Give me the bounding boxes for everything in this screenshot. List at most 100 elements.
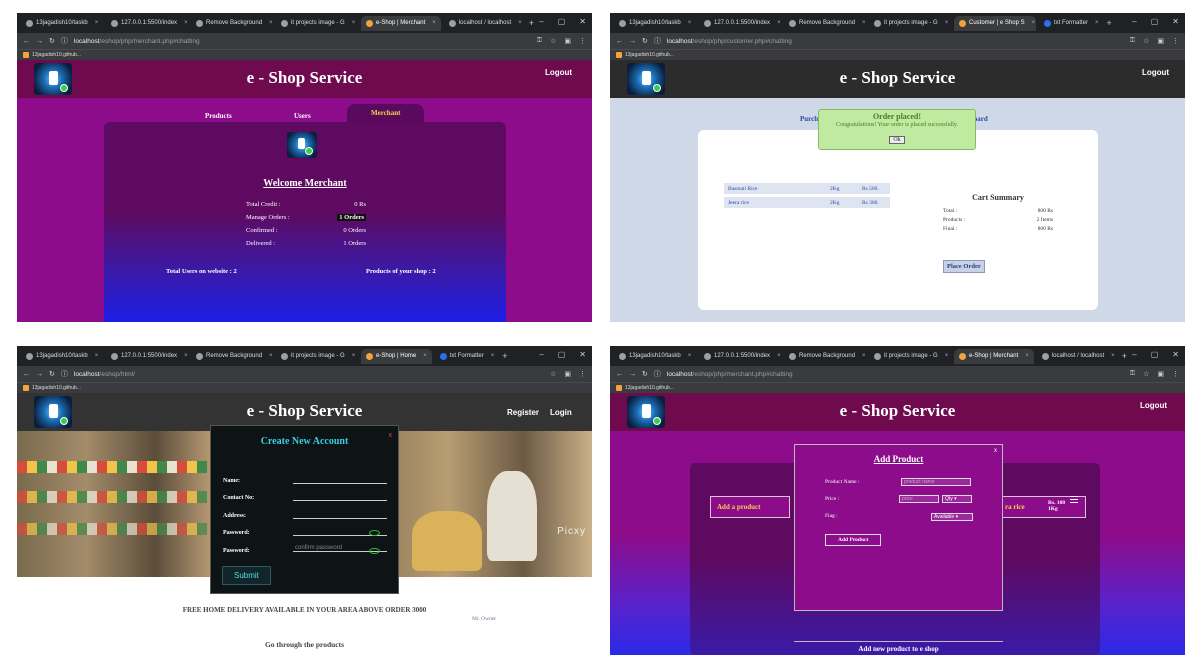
nav-purchase[interactable]: Purch bbox=[800, 115, 818, 123]
minimize-icon[interactable]: – bbox=[1132, 350, 1136, 359]
minimize-icon[interactable]: – bbox=[1132, 17, 1136, 26]
browser-tab[interactable]: txt Formatter × bbox=[1039, 16, 1104, 31]
menu-dots-icon[interactable]: ⋮ bbox=[1172, 370, 1179, 378]
key-icon[interactable]: ⚿ bbox=[1130, 370, 1135, 378]
flag-select[interactable]: Available ▾ bbox=[931, 513, 973, 521]
browser-tab[interactable]: txt Formatter × bbox=[435, 349, 500, 364]
url-field[interactable]: localhost/eshop/php/merchant.php#chattin… bbox=[667, 371, 793, 378]
browser-tab-active[interactable]: e-Shop | Merchant × bbox=[361, 15, 441, 31]
url-field[interactable]: localhost/eshop/php/customer.php#chattin… bbox=[667, 38, 792, 45]
browser-tab[interactable]: 13jagadish10/taskb × bbox=[21, 349, 103, 364]
bookmark-link[interactable]: 13jagadish10.github... bbox=[625, 385, 674, 391]
logout-link[interactable]: Logout bbox=[545, 68, 572, 77]
browser-tab[interactable]: it projects image - G × bbox=[276, 16, 358, 31]
browser-tab-active[interactable]: Customer | e Shop S × bbox=[954, 15, 1036, 31]
add-a-product-card[interactable]: Add a product bbox=[710, 496, 790, 518]
minimize-icon[interactable]: – bbox=[539, 350, 543, 359]
back-icon[interactable]: ← bbox=[616, 38, 623, 45]
forward-icon[interactable]: → bbox=[36, 371, 43, 378]
back-icon[interactable]: ← bbox=[616, 371, 623, 378]
url-field[interactable]: localhost/eshop/php/merchant.php#chattin… bbox=[74, 38, 200, 45]
browser-tab[interactable]: 127.0.0.1:5500/index × bbox=[106, 16, 188, 31]
address-input[interactable] bbox=[293, 517, 387, 519]
star-icon[interactable]: ☆ bbox=[1143, 370, 1149, 378]
menu-dots-icon[interactable]: ⋮ bbox=[1172, 37, 1179, 45]
browser-tab[interactable]: Remove Background × bbox=[784, 16, 866, 31]
price-input[interactable]: price bbox=[899, 495, 939, 503]
maximize-icon[interactable]: ▢ bbox=[558, 350, 566, 359]
logout-link[interactable]: Logout bbox=[1140, 401, 1167, 410]
maximize-icon[interactable]: ▢ bbox=[1151, 350, 1159, 359]
tab-merchant[interactable]: Merchant bbox=[347, 104, 425, 122]
contact-input[interactable] bbox=[293, 499, 387, 501]
browser-tab[interactable]: 13jagadish10/taskb × bbox=[21, 16, 103, 31]
forward-icon[interactable]: → bbox=[36, 38, 43, 45]
close-window-icon[interactable]: ✕ bbox=[1172, 350, 1179, 359]
show-confirm-password-icon[interactable] bbox=[369, 548, 380, 554]
forward-icon[interactable]: → bbox=[629, 371, 636, 378]
browser-tab[interactable]: it projects image - G × bbox=[869, 349, 951, 364]
bookmark-link[interactable]: 13jagadish10.github... bbox=[625, 52, 674, 58]
register-link[interactable]: Register bbox=[507, 408, 539, 417]
browser-tab-active[interactable]: e-Shop | Home × bbox=[361, 348, 432, 364]
reload-icon[interactable]: ↻ bbox=[49, 370, 55, 378]
manage-orders-link[interactable]: 1 Orders bbox=[337, 214, 366, 221]
close-icon[interactable]: x bbox=[389, 432, 393, 439]
forward-icon[interactable]: → bbox=[629, 38, 636, 45]
menu-dots-icon[interactable]: ⋮ bbox=[579, 370, 586, 378]
back-icon[interactable]: ← bbox=[23, 38, 30, 45]
key-icon[interactable]: ⚿ bbox=[1130, 37, 1135, 45]
tab-products[interactable]: Products bbox=[205, 112, 232, 120]
show-password-icon[interactable] bbox=[369, 530, 380, 536]
browser-tab[interactable]: Remove Background × bbox=[191, 16, 273, 31]
star-icon[interactable]: ☆ bbox=[1143, 37, 1149, 45]
close-window-icon[interactable]: ✕ bbox=[1172, 17, 1179, 26]
browser-tab[interactable]: it projects image - G × bbox=[276, 349, 358, 364]
browser-tab[interactable]: localhost / localhost × bbox=[1037, 349, 1119, 364]
qty-select[interactable]: Qty ▾ bbox=[942, 495, 972, 503]
browser-tab[interactable]: Remove Background × bbox=[784, 349, 866, 364]
reload-icon[interactable]: ↻ bbox=[642, 37, 648, 45]
tab-users[interactable]: Users bbox=[294, 112, 311, 120]
extension-icon[interactable]: ▣ bbox=[1157, 37, 1164, 45]
browser-tab[interactable]: 13jagadish10/taskb × bbox=[614, 16, 696, 31]
reload-icon[interactable]: ↻ bbox=[642, 370, 648, 378]
product-name-input[interactable]: product name bbox=[901, 478, 971, 486]
submit-button[interactable]: Submit bbox=[222, 566, 271, 585]
browser-tab-active[interactable]: e-Shop | Merchant × bbox=[954, 348, 1034, 364]
close-window-icon[interactable]: ✕ bbox=[579, 350, 586, 359]
menu-dots-icon[interactable]: ⋮ bbox=[579, 37, 586, 45]
extension-icon[interactable]: ▣ bbox=[564, 37, 571, 45]
new-tab-icon[interactable]: + bbox=[529, 18, 534, 28]
add-product-button[interactable]: Add Product bbox=[825, 534, 882, 546]
name-input[interactable] bbox=[293, 482, 387, 484]
logout-link[interactable]: Logout bbox=[1142, 68, 1169, 77]
new-tab-icon[interactable]: + bbox=[1107, 18, 1112, 28]
new-tab-icon[interactable]: + bbox=[502, 351, 507, 361]
browser-tab[interactable]: 127.0.0.1:5500/index × bbox=[699, 16, 781, 31]
extension-icon[interactable]: ▣ bbox=[1157, 370, 1164, 378]
extension-icon[interactable]: ▣ bbox=[564, 370, 571, 378]
reload-icon[interactable]: ↻ bbox=[49, 37, 55, 45]
back-icon[interactable]: ← bbox=[23, 371, 30, 378]
browser-tab[interactable]: it projects image - G × bbox=[869, 16, 951, 31]
alert-ok-button[interactable]: Ok bbox=[889, 136, 905, 144]
browser-tab[interactable]: 13jagadish10/taskb × bbox=[614, 349, 696, 364]
browser-tab[interactable]: Remove Background × bbox=[191, 349, 273, 364]
minimize-icon[interactable]: – bbox=[539, 17, 543, 26]
close-window-icon[interactable]: ✕ bbox=[579, 17, 586, 26]
key-icon[interactable]: ⚿ bbox=[537, 37, 542, 45]
bookmark-link[interactable]: 13jagadish10.github... bbox=[32, 385, 81, 391]
browser-tab[interactable]: 127.0.0.1:5500/index × bbox=[699, 349, 781, 364]
maximize-icon[interactable]: ▢ bbox=[1151, 17, 1159, 26]
new-tab-icon[interactable]: + bbox=[1122, 351, 1127, 361]
url-field[interactable]: localhost/eshop/html/ bbox=[74, 371, 135, 378]
browser-tab[interactable]: 127.0.0.1:5500/index × bbox=[106, 349, 188, 364]
browser-tab[interactable]: localhost / localhost × bbox=[444, 16, 526, 31]
login-link[interactable]: Login bbox=[550, 408, 572, 417]
maximize-icon[interactable]: ▢ bbox=[558, 17, 566, 26]
close-icon[interactable]: x bbox=[994, 448, 997, 454]
star-icon[interactable]: ☆ bbox=[550, 37, 556, 45]
menu-icon[interactable] bbox=[1070, 496, 1078, 503]
bookmark-link[interactable]: 13jagadish10.github... bbox=[32, 52, 81, 58]
